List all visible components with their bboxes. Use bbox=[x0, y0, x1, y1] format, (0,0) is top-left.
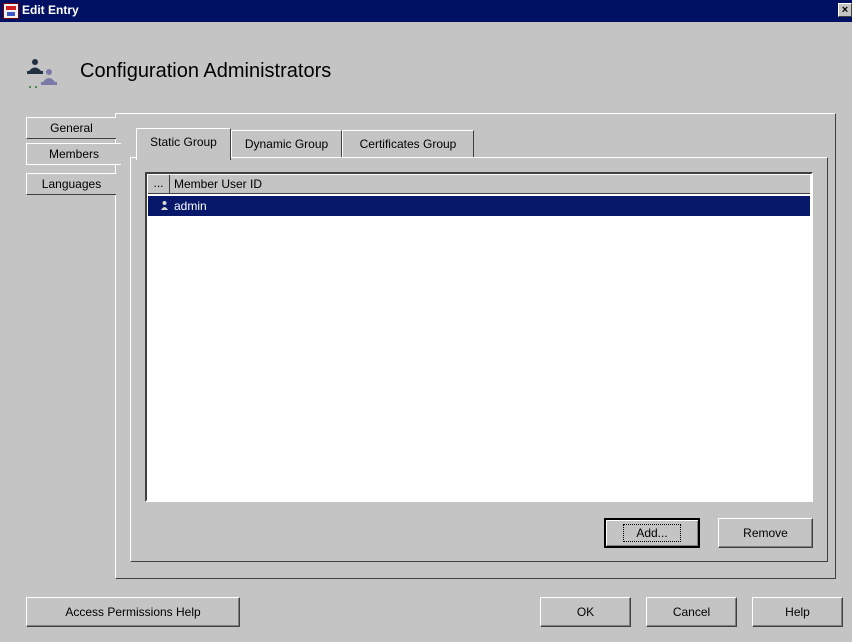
list-item-label: admin bbox=[174, 199, 207, 213]
group-users-icon bbox=[27, 59, 57, 88]
cancel-button[interactable]: Cancel bbox=[646, 597, 737, 627]
tab-certificates-group[interactable]: Certificates Group bbox=[342, 130, 474, 157]
add-button[interactable]: Add... bbox=[604, 518, 700, 548]
tab-general[interactable]: General bbox=[26, 117, 116, 139]
column-header-member-user-id[interactable]: Member User ID bbox=[174, 177, 262, 191]
member-list[interactable]: ... Member User ID admin bbox=[145, 172, 813, 502]
access-permissions-help-button[interactable]: Access Permissions Help bbox=[26, 597, 240, 627]
close-button[interactable]: × bbox=[838, 3, 852, 17]
edit-entry-dialog: Edit Entry × Configuration Administrator… bbox=[0, 0, 852, 642]
tab-dynamic-group[interactable]: Dynamic Group bbox=[231, 130, 342, 157]
ok-button[interactable]: OK bbox=[540, 597, 631, 627]
java-cup-icon bbox=[3, 3, 19, 19]
column-dots[interactable]: ... bbox=[148, 175, 170, 193]
list-item[interactable]: admin bbox=[148, 196, 810, 216]
add-button-label: Add... bbox=[623, 524, 681, 542]
page-title: Configuration Administrators bbox=[80, 60, 332, 82]
help-button[interactable]: Help bbox=[752, 597, 843, 627]
remove-button[interactable]: Remove bbox=[718, 518, 813, 548]
tab-static-group[interactable]: Static Group bbox=[136, 128, 231, 160]
user-icon bbox=[161, 201, 168, 210]
window-title: Edit Entry bbox=[22, 3, 79, 17]
title-bar: Edit Entry × bbox=[0, 0, 852, 22]
member-list-header[interactable]: ... Member User ID bbox=[148, 175, 810, 194]
tab-languages[interactable]: Languages bbox=[26, 173, 116, 195]
tab-members[interactable]: Members bbox=[26, 143, 121, 165]
